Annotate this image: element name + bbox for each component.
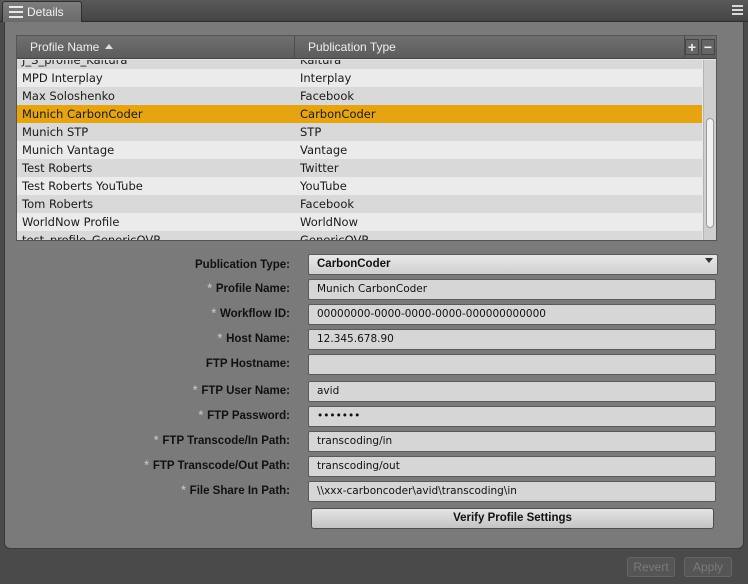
file-share-in-field[interactable]: \\xxx-carboncoder\avid\transcoding\in [308, 481, 716, 502]
cell-publication-type: WorldNow [300, 215, 358, 229]
cell-profile-name: test_profile_GenericOVP [22, 233, 161, 240]
cell-publication-type: GenericOVP [300, 233, 369, 240]
ftp-hostname-label: FTP Hostname: [205, 358, 290, 370]
workflow-id-label: * Workflow ID: [211, 308, 290, 320]
table-row[interactable]: WorldNow Profile WorldNow [17, 213, 702, 231]
cell-publication-type: Facebook [300, 197, 355, 211]
cell-profile-name: Tom Roberts [22, 197, 94, 211]
table-row[interactable]: Munich CarbonCoder CarbonCoder [17, 105, 702, 123]
cell-publication-type: Vantage [300, 143, 348, 157]
chevron-down-icon [705, 258, 713, 263]
add-profile-button[interactable]: + [685, 39, 699, 55]
tab-details[interactable]: Details [2, 1, 82, 22]
file-share-in-label: * File Share In Path: [181, 485, 290, 497]
verify-profile-settings-button[interactable]: Verify Profile Settings [311, 508, 714, 529]
table-row[interactable]: Munich Vantage Vantage [17, 141, 702, 159]
profile-name-label: * Profile Name: [207, 283, 290, 295]
ftp-transcode-in-label: * FTP Transcode/In Path: [153, 435, 290, 447]
cell-profile-name: Munich Vantage [22, 143, 115, 157]
ftp-transcode-in-field[interactable]: transcoding/in [308, 431, 716, 452]
profile-name-field[interactable]: Munich CarbonCoder [308, 279, 716, 300]
cell-publication-type: Kaltura [300, 60, 342, 67]
cell-publication-type: STP [300, 125, 322, 139]
apply-button[interactable]: Apply [684, 557, 732, 577]
table-row[interactable]: Tom Roberts Facebook [17, 195, 702, 213]
table-row[interactable]: J_S_profile_Kaltura Kaltura [17, 60, 702, 69]
ftp-transcode-out-field[interactable]: transcoding/out [308, 456, 716, 477]
profile-table: Profile Name Publication Type + − J_S_pr… [16, 35, 717, 241]
ftp-user-name-field[interactable]: avid [308, 381, 716, 402]
ftp-transcode-out-label: * FTP Transcode/Out Path: [144, 460, 290, 472]
ftp-password-field[interactable]: ••••••• [308, 406, 716, 427]
table-row[interactable]: test_profile_GenericOVP GenericOVP [17, 231, 702, 240]
ftp-user-name-label: * FTP User Name: [192, 385, 290, 397]
ftp-hostname-field[interactable] [308, 354, 716, 375]
table-row[interactable]: Test Roberts YouTube YouTube [17, 177, 702, 195]
table-header: Profile Name Publication Type + − [17, 36, 716, 59]
table-scrollbar[interactable] [703, 60, 716, 240]
publication-type-label: Publication Type: [195, 259, 290, 271]
scrollbar-thumb[interactable] [706, 118, 714, 228]
cell-profile-name: Test Roberts YouTube [22, 179, 143, 193]
ftp-password-label: * FTP Password: [198, 410, 290, 422]
column-header-publication-type[interactable]: Publication Type [295, 36, 685, 59]
cell-profile-name: Max Soloshenko [22, 89, 115, 103]
cell-profile-name: Test Roberts [22, 161, 93, 175]
workflow-id-field[interactable]: 00000000-0000-0000-0000-000000000000 [308, 304, 716, 325]
cell-publication-type: Facebook [300, 89, 355, 103]
cell-publication-type: YouTube [300, 179, 347, 193]
cell-publication-type: CarbonCoder [300, 107, 376, 121]
cell-profile-name: WorldNow Profile [22, 215, 120, 229]
cell-profile-name: Munich STP [22, 125, 89, 139]
table-row[interactable]: Test Roberts Twitter [17, 159, 702, 177]
host-name-label: * Host Name: [217, 333, 290, 345]
table-row[interactable]: Max Soloshenko Facebook [17, 87, 702, 105]
tab-bar: Details [0, 0, 748, 22]
panel-menu-icon[interactable] [732, 5, 743, 16]
remove-profile-button[interactable]: − [701, 39, 715, 55]
table-row[interactable]: MPD Interplay Interplay [17, 69, 702, 87]
sort-ascending-icon [105, 44, 114, 49]
cell-publication-type: Interplay [300, 71, 352, 85]
column-header-profile-name[interactable]: Profile Name [17, 36, 295, 59]
cell-profile-name: MPD Interplay [22, 71, 103, 85]
revert-button[interactable]: Revert [627, 557, 675, 577]
tab-label: Details [27, 5, 64, 19]
publication-type-select[interactable]: CarbonCoder [308, 254, 718, 275]
cell-profile-name: Munich CarbonCoder [22, 107, 143, 121]
list-icon [9, 6, 23, 18]
table-body: J_S_profile_Kaltura Kaltura MPD Interplay I… [17, 60, 702, 240]
host-name-field[interactable]: 12.345.678.90 [308, 329, 716, 350]
cell-profile-name: J_S_profile_Kaltura [22, 60, 128, 67]
details-panel: Profile Name Publication Type + − J_S_pr… [4, 22, 744, 549]
cell-publication-type: Twitter [300, 161, 339, 175]
table-row[interactable]: Munich STP STP [17, 123, 702, 141]
